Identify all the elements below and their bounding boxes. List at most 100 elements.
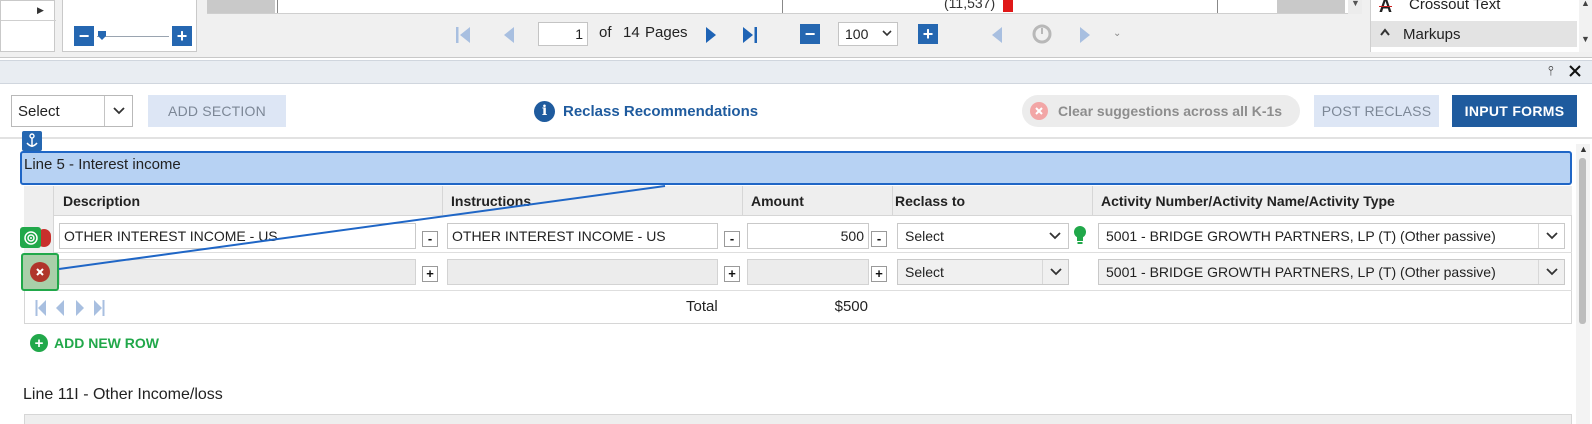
- markups-header[interactable]: Markups: [1371, 21, 1577, 47]
- chevron-up-icon: [1379, 25, 1391, 44]
- markup-item-crossout[interactable]: A Crossout Text: [1371, 0, 1579, 18]
- overflow-chevron-icon[interactable]: ⌄: [1113, 28, 1121, 39]
- activity-value: 5001 - BRIDGE GROWTH PARTNERS, LP (T) (O…: [1106, 264, 1496, 280]
- content-scrollbar[interactable]: ▲: [1576, 144, 1590, 424]
- add-instructions-button[interactable]: +: [724, 266, 740, 282]
- add-description-button[interactable]: +: [422, 266, 438, 282]
- anchor-icon[interactable]: [22, 131, 42, 151]
- last-page-icon[interactable]: [739, 24, 761, 46]
- reclass-recommendations-link[interactable]: i Reclass Recommendations: [534, 99, 758, 123]
- add-amount-button[interactable]: +: [871, 266, 887, 282]
- remove-amount-button[interactable]: -: [871, 231, 887, 247]
- row-divider: [54, 252, 1572, 253]
- zoom-slider-thumb[interactable]: [98, 31, 106, 40]
- instructions-input[interactable]: OTHER INTEREST INCOME - US: [447, 223, 718, 249]
- delete-row-icon[interactable]: [30, 262, 50, 282]
- reclass-recommendations-label: Reclass Recommendations: [563, 102, 759, 120]
- line-11i-grid: [24, 414, 1572, 424]
- section-header-line-5[interactable]: Line 5 - Interest income: [20, 151, 1572, 185]
- page-total: 14: [623, 24, 640, 41]
- section-title-line-11i[interactable]: Line 11I - Other Income/loss: [23, 386, 223, 404]
- lightbulb-icon[interactable]: [1073, 225, 1087, 250]
- description-input[interactable]: OTHER INTEREST INCOME - US: [59, 223, 416, 249]
- markups-label: Markups: [1403, 26, 1461, 43]
- zoom-level-value: 100: [845, 26, 869, 42]
- clear-suggestions-label: Clear suggestions across all K-1s: [1058, 103, 1283, 119]
- activity-select[interactable]: 5001 - BRIDGE GROWTH PARTNERS, LP (T) (O…: [1098, 223, 1565, 249]
- zoom-minus-button[interactable]: −: [800, 24, 820, 44]
- pin-icon[interactable]: ⫯: [1548, 63, 1554, 79]
- add-circle-icon: +: [30, 334, 48, 352]
- column-header-reclass-to[interactable]: Reclass to: [893, 186, 1093, 216]
- add-section-button[interactable]: ADD SECTION: [148, 95, 286, 127]
- zoom-out-icon[interactable]: −: [74, 26, 94, 46]
- remove-description-button[interactable]: -: [422, 231, 438, 247]
- first-page-icon[interactable]: [452, 24, 474, 46]
- rotate-left-icon[interactable]: [986, 24, 1008, 46]
- zoom-slider-panel: − +: [62, 0, 197, 52]
- previous-page-icon[interactable]: [55, 299, 65, 320]
- chevron-down-icon: [1042, 260, 1068, 284]
- page-unit-label: Pages: [645, 24, 688, 41]
- instructions-input[interactable]: [447, 259, 718, 285]
- total-value: $500: [834, 298, 868, 315]
- document-viewer-strip: ▶ − + (11,537) ▼ 1 of 14 Pages − 100 + ⌄…: [0, 0, 1592, 58]
- input-forms-button[interactable]: INPUT FORMS: [1452, 95, 1577, 127]
- column-header-amount[interactable]: Amount: [743, 186, 893, 216]
- description-input[interactable]: [59, 259, 416, 285]
- chevron-down-icon: [104, 96, 132, 126]
- last-page-icon[interactable]: [93, 299, 105, 320]
- markup-scrollbar[interactable]: ▲ ▼: [1579, 0, 1592, 52]
- toolbar-divider: [0, 137, 1592, 139]
- page-of-label: of: [599, 24, 612, 41]
- activity-select[interactable]: 5001 - BRIDGE GROWTH PARTNERS, LP (T) (O…: [1098, 259, 1565, 285]
- next-page-icon[interactable]: [700, 24, 722, 46]
- tree-panel: ▶: [0, 0, 56, 52]
- zoom-level-select[interactable]: 100: [838, 22, 898, 46]
- expand-arrow-icon[interactable]: ▶: [37, 5, 44, 16]
- reclass-to-select[interactable]: Select: [897, 259, 1069, 285]
- column-header-description[interactable]: Description: [55, 186, 443, 216]
- zoom-plus-button[interactable]: +: [918, 24, 938, 44]
- section-select-value: Select: [18, 102, 60, 120]
- refresh-icon[interactable]: [1031, 23, 1053, 45]
- document-value: (11,537): [944, 0, 996, 11]
- first-page-icon[interactable]: [35, 299, 47, 320]
- column-header-activity[interactable]: Activity Number/Activity Name/Activity T…: [1093, 186, 1571, 216]
- remove-instructions-button[interactable]: -: [724, 231, 740, 247]
- chevron-down-icon: [1538, 224, 1564, 248]
- amount-input[interactable]: 500: [747, 223, 869, 249]
- info-icon: i: [534, 100, 555, 122]
- add-new-row-button[interactable]: + ADD NEW ROW: [30, 332, 159, 354]
- row-divider: [54, 290, 1572, 291]
- chevron-down-icon: [1538, 260, 1564, 284]
- total-label: Total: [686, 298, 718, 315]
- clear-circle-icon: [1030, 102, 1048, 120]
- document-preview: (11,537): [207, 0, 1357, 14]
- section-title: Line 5 - Interest income: [24, 156, 181, 173]
- column-header-instructions[interactable]: Instructions: [443, 186, 743, 216]
- reclass-to-select[interactable]: Select: [897, 223, 1069, 249]
- markup-panel: A Crossout Text Markups ▲ ▼: [1370, 0, 1592, 52]
- zoom-slider-track[interactable]: [97, 36, 169, 37]
- scroll-thumb[interactable]: [1579, 158, 1586, 324]
- viewer-scroll-up[interactable]: ▼: [1348, 0, 1362, 14]
- page-number-input[interactable]: 1: [538, 22, 588, 46]
- zoom-in-icon[interactable]: +: [172, 26, 192, 46]
- previous-page-icon[interactable]: [498, 24, 520, 46]
- activity-value: 5001 - BRIDGE GROWTH PARTNERS, LP (T) (O…: [1106, 228, 1496, 244]
- crossout-text-icon: A: [1379, 0, 1392, 16]
- reclass-to-value: Select: [905, 228, 944, 244]
- post-reclass-button[interactable]: POST RECLASS: [1314, 95, 1439, 127]
- clear-suggestions-button[interactable]: Clear suggestions across all K-1s: [1022, 95, 1300, 127]
- target-icon[interactable]: [20, 227, 41, 248]
- add-new-row-label: ADD NEW ROW: [54, 335, 159, 351]
- panel-header-bar: ⫯: [0, 60, 1592, 84]
- next-page-icon[interactable]: [75, 299, 85, 320]
- rotate-right-icon[interactable]: [1074, 24, 1096, 46]
- close-icon[interactable]: [1568, 62, 1582, 83]
- amount-input[interactable]: [747, 259, 869, 285]
- chevron-down-icon: [881, 23, 893, 51]
- section-select[interactable]: Select: [11, 95, 133, 127]
- chevron-down-icon: [1042, 224, 1068, 248]
